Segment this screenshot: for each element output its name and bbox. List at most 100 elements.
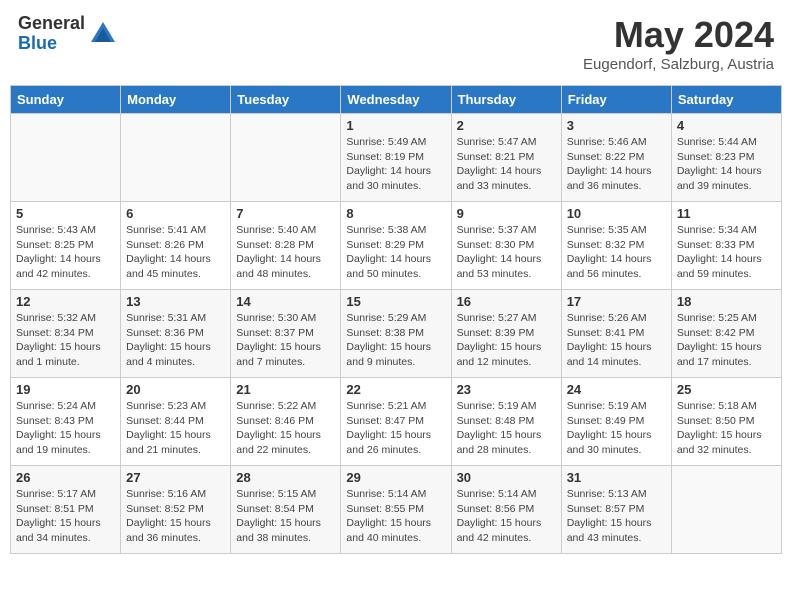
title-block: May 2024 Eugendorf, Salzburg, Austria [583, 14, 774, 73]
day-info: Sunrise: 5:22 AM Sunset: 8:46 PM Dayligh… [236, 399, 335, 458]
calendar-cell: 8 Sunrise: 5:38 AM Sunset: 8:29 PM Daylig… [341, 202, 451, 290]
day-number: 14 [236, 294, 335, 309]
day-info: Sunrise: 5:30 AM Sunset: 8:37 PM Dayligh… [236, 311, 335, 370]
calendar-cell: 4 Sunrise: 5:44 AM Sunset: 8:23 PM Daylig… [671, 114, 781, 202]
calendar-cell: 31 Sunrise: 5:13 AM Sunset: 8:57 PM Dayli… [561, 466, 671, 554]
day-info: Sunrise: 5:43 AM Sunset: 8:25 PM Dayligh… [16, 223, 115, 282]
day-number: 15 [346, 294, 445, 309]
day-info: Sunrise: 5:19 AM Sunset: 8:48 PM Dayligh… [457, 399, 556, 458]
day-info: Sunrise: 5:17 AM Sunset: 8:51 PM Dayligh… [16, 487, 115, 546]
day-info: Sunrise: 5:32 AM Sunset: 8:34 PM Dayligh… [16, 311, 115, 370]
calendar-cell: 28 Sunrise: 5:15 AM Sunset: 8:54 PM Dayli… [231, 466, 341, 554]
day-info: Sunrise: 5:16 AM Sunset: 8:52 PM Dayligh… [126, 487, 225, 546]
day-info: Sunrise: 5:24 AM Sunset: 8:43 PM Dayligh… [16, 399, 115, 458]
calendar-cell: 25 Sunrise: 5:18 AM Sunset: 8:50 PM Dayli… [671, 378, 781, 466]
day-info: Sunrise: 5:44 AM Sunset: 8:23 PM Dayligh… [677, 135, 776, 194]
logo-blue: Blue [18, 34, 85, 54]
day-number: 2 [457, 118, 556, 133]
calendar-header-wednesday: Wednesday [341, 86, 451, 114]
day-info: Sunrise: 5:14 AM Sunset: 8:56 PM Dayligh… [457, 487, 556, 546]
page-header: General Blue May 2024 Eugendorf, Salzbur… [10, 10, 782, 77]
day-number: 6 [126, 206, 225, 221]
calendar-header-saturday: Saturday [671, 86, 781, 114]
calendar-cell: 17Sunrise: 5:26 AM Sunset: 8:41 PM Dayli… [561, 290, 671, 378]
day-info: Sunrise: 5:49 AM Sunset: 8:19 PM Dayligh… [346, 135, 445, 194]
calendar-cell: 22 Sunrise: 5:21 AM Sunset: 8:47 PM Dayli… [341, 378, 451, 466]
day-number: 25 [677, 382, 776, 397]
day-info: Sunrise: 5:15 AM Sunset: 8:54 PM Dayligh… [236, 487, 335, 546]
day-info: Sunrise: 5:26 AM Sunset: 8:41 PM Dayligh… [567, 311, 666, 370]
calendar-cell: 24 Sunrise: 5:19 AM Sunset: 8:49 PM Dayli… [561, 378, 671, 466]
location: Eugendorf, Salzburg, Austria [583, 56, 774, 73]
calendar-cell: 30 Sunrise: 5:14 AM Sunset: 8:56 PM Dayli… [451, 466, 561, 554]
calendar-cell: 3Sunrise: 5:46 AM Sunset: 8:22 PM Daylig… [561, 114, 671, 202]
calendar-cell [671, 466, 781, 554]
calendar-table: SundayMondayTuesdayWednesdayThursdayFrid… [10, 85, 782, 554]
day-number: 12 [16, 294, 115, 309]
logo-general: General [18, 14, 85, 34]
day-number: 27 [126, 470, 225, 485]
calendar-cell: 27 Sunrise: 5:16 AM Sunset: 8:52 PM Dayli… [121, 466, 231, 554]
day-info: Sunrise: 5:35 AM Sunset: 8:32 PM Dayligh… [567, 223, 666, 282]
day-number: 22 [346, 382, 445, 397]
day-number: 21 [236, 382, 335, 397]
day-number: 29 [346, 470, 445, 485]
day-info: Sunrise: 5:29 AM Sunset: 8:38 PM Dayligh… [346, 311, 445, 370]
day-number: 18 [677, 294, 776, 309]
logo-icon [89, 20, 117, 48]
calendar-week-row: 1 Sunrise: 5:49 AM Sunset: 8:19 PM Daylig… [11, 114, 782, 202]
day-info: Sunrise: 5:25 AM Sunset: 8:42 PM Dayligh… [677, 311, 776, 370]
day-number: 24 [567, 382, 666, 397]
calendar-cell: 23Sunrise: 5:19 AM Sunset: 8:48 PM Dayli… [451, 378, 561, 466]
day-info: Sunrise: 5:27 AM Sunset: 8:39 PM Dayligh… [457, 311, 556, 370]
calendar-cell: 20 Sunrise: 5:23 AM Sunset: 8:44 PM Dayli… [121, 378, 231, 466]
day-info: Sunrise: 5:21 AM Sunset: 8:47 PM Dayligh… [346, 399, 445, 458]
calendar-header-thursday: Thursday [451, 86, 561, 114]
day-number: 20 [126, 382, 225, 397]
calendar-cell: 18 Sunrise: 5:25 AM Sunset: 8:42 PM Dayli… [671, 290, 781, 378]
month-year: May 2024 [583, 14, 774, 56]
calendar-week-row: 19Sunrise: 5:24 AM Sunset: 8:43 PM Dayli… [11, 378, 782, 466]
day-number: 5 [16, 206, 115, 221]
calendar-cell: 5 Sunrise: 5:43 AM Sunset: 8:25 PM Daylig… [11, 202, 121, 290]
calendar-cell: 2 Sunrise: 5:47 AM Sunset: 8:21 PM Daylig… [451, 114, 561, 202]
calendar-cell: 11 Sunrise: 5:34 AM Sunset: 8:33 PM Dayli… [671, 202, 781, 290]
day-number: 1 [346, 118, 445, 133]
calendar-cell: 13Sunrise: 5:31 AM Sunset: 8:36 PM Dayli… [121, 290, 231, 378]
calendar-cell: 26 Sunrise: 5:17 AM Sunset: 8:51 PM Dayli… [11, 466, 121, 554]
calendar-cell: 15 Sunrise: 5:29 AM Sunset: 8:38 PM Dayli… [341, 290, 451, 378]
day-info: Sunrise: 5:47 AM Sunset: 8:21 PM Dayligh… [457, 135, 556, 194]
calendar-cell: 6 Sunrise: 5:41 AM Sunset: 8:26 PM Daylig… [121, 202, 231, 290]
day-info: Sunrise: 5:38 AM Sunset: 8:29 PM Dayligh… [346, 223, 445, 282]
day-info: Sunrise: 5:34 AM Sunset: 8:33 PM Dayligh… [677, 223, 776, 282]
day-number: 8 [346, 206, 445, 221]
calendar-cell: 16 Sunrise: 5:27 AM Sunset: 8:39 PM Dayli… [451, 290, 561, 378]
calendar-cell [11, 114, 121, 202]
calendar-cell [121, 114, 231, 202]
calendar-cell: 9Sunrise: 5:37 AM Sunset: 8:30 PM Daylig… [451, 202, 561, 290]
day-info: Sunrise: 5:13 AM Sunset: 8:57 PM Dayligh… [567, 487, 666, 546]
calendar-week-row: 5 Sunrise: 5:43 AM Sunset: 8:25 PM Daylig… [11, 202, 782, 290]
day-number: 16 [457, 294, 556, 309]
calendar-cell: 29 Sunrise: 5:14 AM Sunset: 8:55 PM Dayli… [341, 466, 451, 554]
day-number: 28 [236, 470, 335, 485]
day-number: 4 [677, 118, 776, 133]
day-info: Sunrise: 5:41 AM Sunset: 8:26 PM Dayligh… [126, 223, 225, 282]
day-number: 26 [16, 470, 115, 485]
calendar-cell [231, 114, 341, 202]
calendar-header-friday: Friday [561, 86, 671, 114]
day-number: 10 [567, 206, 666, 221]
day-info: Sunrise: 5:14 AM Sunset: 8:55 PM Dayligh… [346, 487, 445, 546]
day-info: Sunrise: 5:23 AM Sunset: 8:44 PM Dayligh… [126, 399, 225, 458]
day-number: 31 [567, 470, 666, 485]
calendar-cell: 10 Sunrise: 5:35 AM Sunset: 8:32 PM Dayli… [561, 202, 671, 290]
logo: General Blue [18, 14, 117, 54]
day-number: 11 [677, 206, 776, 221]
day-info: Sunrise: 5:18 AM Sunset: 8:50 PM Dayligh… [677, 399, 776, 458]
calendar-header-monday: Monday [121, 86, 231, 114]
day-info: Sunrise: 5:19 AM Sunset: 8:49 PM Dayligh… [567, 399, 666, 458]
calendar-cell: 19Sunrise: 5:24 AM Sunset: 8:43 PM Dayli… [11, 378, 121, 466]
day-info: Sunrise: 5:40 AM Sunset: 8:28 PM Dayligh… [236, 223, 335, 282]
day-info: Sunrise: 5:46 AM Sunset: 8:22 PM Dayligh… [567, 135, 666, 194]
day-number: 30 [457, 470, 556, 485]
